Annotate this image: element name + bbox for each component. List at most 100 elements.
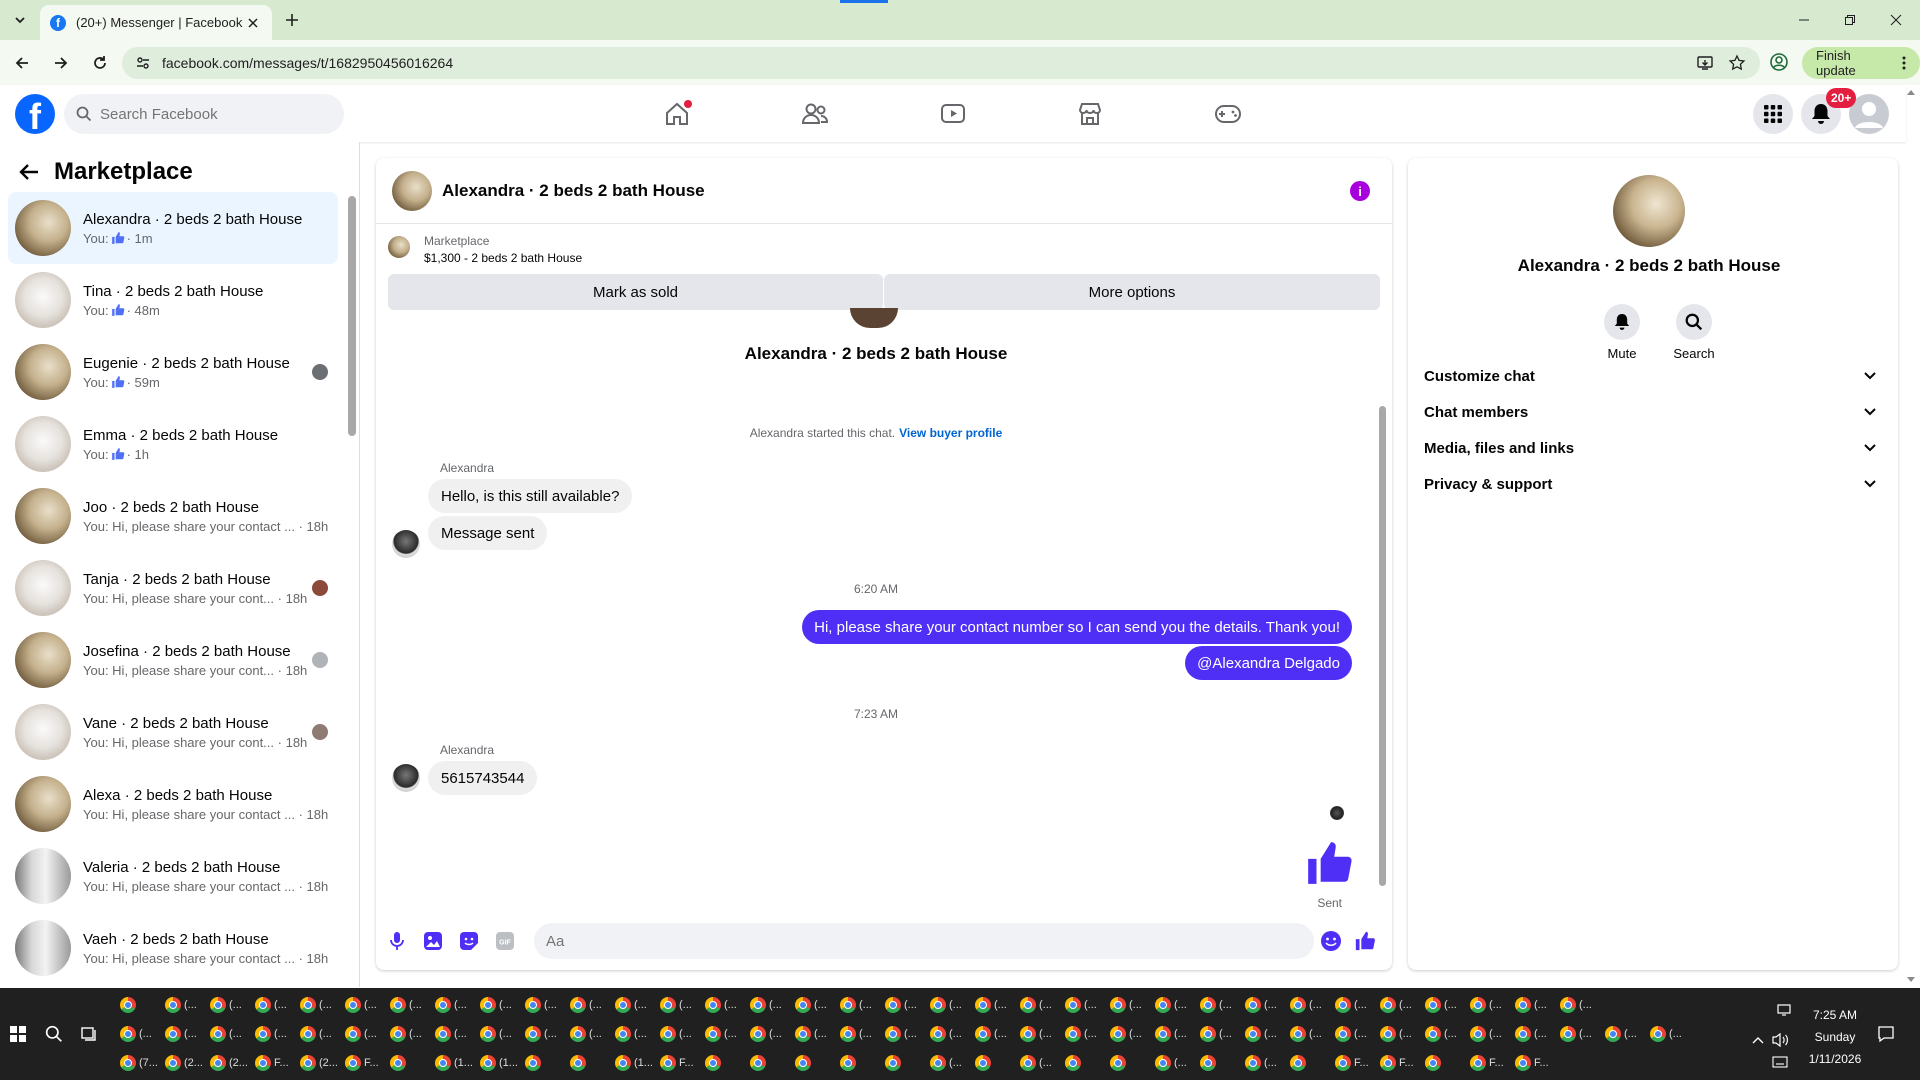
taskbar-chrome-window[interactable]: F... — [1380, 1048, 1425, 1077]
finish-update-button[interactable]: Finish update — [1802, 47, 1920, 79]
sender-avatar[interactable] — [392, 764, 420, 792]
taskbar-chrome-window[interactable]: (... — [165, 990, 210, 1019]
outgoing-message[interactable]: Hi, please share your contact number so … — [802, 610, 1352, 644]
taskbar-chrome-window[interactable]: (... — [1605, 1019, 1650, 1048]
menu-grid-icon[interactable] — [1753, 94, 1793, 134]
taskbar-chrome-window[interactable]: (1... — [435, 1048, 480, 1077]
taskbar-chrome-window[interactable]: (... — [570, 1019, 615, 1048]
emoji-icon[interactable] — [1318, 928, 1344, 954]
taskbar-chrome-window[interactable] — [975, 1048, 1020, 1077]
taskbar-chrome-window[interactable]: F... — [1335, 1048, 1380, 1077]
site-info-icon[interactable] — [136, 56, 150, 70]
conversation-item[interactable]: Emma · 2 beds 2 bath House You: · 1h — [8, 408, 338, 480]
taskbar-chrome-window[interactable]: (7... — [120, 1048, 165, 1077]
microphone-icon[interactable] — [384, 928, 410, 954]
details-section-row[interactable]: Customize chat — [1424, 356, 1876, 396]
gaming-nav-icon[interactable] — [1173, 93, 1283, 135]
facebook-search[interactable] — [64, 94, 344, 134]
taskbar-chrome-window[interactable]: (... — [750, 1019, 795, 1048]
taskbar-chrome-window[interactable]: F... — [255, 1048, 300, 1077]
tab-search-dropdown-icon[interactable] — [0, 0, 40, 40]
taskbar-chrome-window[interactable]: (... — [1110, 990, 1155, 1019]
bookmark-star-icon[interactable] — [1728, 54, 1746, 72]
forward-arrow-icon[interactable] — [44, 46, 78, 80]
taskbar-chrome-window[interactable]: (... — [660, 990, 705, 1019]
notification-center-icon[interactable] — [1872, 1020, 1900, 1048]
taskbar-chrome-window[interactable]: (... — [1290, 990, 1335, 1019]
gif-icon[interactable]: GIF — [492, 928, 518, 954]
conversation-list-scrollbar[interactable] — [348, 196, 356, 436]
conversation-item[interactable]: Vaeh · 2 beds 2 bath House You: Hi, pleas… — [8, 912, 338, 984]
taskbar-clock[interactable]: 7:25 AM Sunday 1/11/2026 — [1790, 1004, 1880, 1070]
taskbar-chrome-window[interactable]: (... — [1380, 990, 1425, 1019]
taskbar-chrome-window[interactable]: (... — [975, 1019, 1020, 1048]
taskbar-chrome-window[interactable]: (... — [1020, 1048, 1065, 1077]
sender-avatar[interactable] — [392, 530, 420, 558]
conversation-item[interactable]: Eugenie · 2 beds 2 bath House You: · 59m — [8, 336, 338, 408]
taskbar-chrome-window[interactable]: (... — [885, 1019, 930, 1048]
taskbar-chrome-window[interactable]: (... — [300, 990, 345, 1019]
taskbar-chrome-window[interactable]: (... — [480, 1019, 525, 1048]
taskbar-chrome-window[interactable]: (... — [1155, 1019, 1200, 1048]
taskbar-chrome-window[interactable]: (... — [1470, 1019, 1515, 1048]
search-in-conversation-button[interactable]: Search — [1664, 304, 1724, 361]
outgoing-mention-message[interactable]: @Alexandra Delgado — [1185, 646, 1352, 680]
more-options-button[interactable]: More options — [884, 274, 1380, 310]
taskbar-chrome-window[interactable]: (... — [1245, 1019, 1290, 1048]
taskbar-chrome-window[interactable]: (... — [390, 1019, 435, 1048]
page-scroll-down-arrow-icon[interactable] — [1906, 976, 1916, 984]
more-menu-icon[interactable] — [1902, 56, 1906, 70]
close-tab-icon[interactable] — [244, 14, 262, 32]
message-input[interactable] — [534, 923, 1314, 959]
sent-thumbs-up-icon[interactable] — [1304, 838, 1354, 888]
mute-button[interactable]: Mute — [1592, 304, 1652, 361]
taskbar-chrome-window[interactable]: (... — [390, 990, 435, 1019]
task-view-icon[interactable] — [76, 1020, 104, 1048]
taskbar-chrome-window[interactable] — [390, 1048, 435, 1077]
conversation-item[interactable]: Alexa · 2 beds 2 bath House You: Hi, plea… — [8, 768, 338, 840]
taskbar-chrome-window[interactable]: (... — [255, 1019, 300, 1048]
taskbar-chrome-window[interactable]: (... — [1335, 1019, 1380, 1048]
taskbar-chrome-window[interactable]: (... — [660, 1019, 705, 1048]
taskbar-chrome-window[interactable]: (... — [750, 990, 795, 1019]
taskbar-chrome-window[interactable]: (... — [1425, 1019, 1470, 1048]
friends-nav-icon[interactable] — [760, 93, 870, 135]
incoming-message[interactable]: 5615743544 — [428, 761, 538, 795]
taskbar-chrome-window[interactable]: (... — [210, 1019, 255, 1048]
taskbar-chrome-window[interactable] — [885, 1048, 930, 1077]
marketplace-nav-icon[interactable] — [1035, 93, 1145, 135]
taskbar-chrome-window[interactable]: F... — [1515, 1048, 1560, 1077]
details-section-row[interactable]: Chat members — [1424, 392, 1876, 432]
taskbar-chrome-window[interactable]: (... — [1290, 1019, 1335, 1048]
page-scroll-up-arrow-icon[interactable] — [1906, 88, 1916, 96]
taskbar-chrome-window[interactable]: (... — [345, 1019, 390, 1048]
taskbar-chrome-window[interactable]: (... — [435, 990, 480, 1019]
taskbar-chrome-window[interactable]: (... — [840, 990, 885, 1019]
taskbar-chrome-window[interactable] — [705, 1048, 750, 1077]
taskbar-chrome-window[interactable]: (... — [435, 1019, 480, 1048]
taskbar-chrome-window[interactable]: (... — [1200, 990, 1245, 1019]
taskbar-chrome-window[interactable]: (... — [885, 990, 930, 1019]
taskbar-chrome-window[interactable]: (2... — [165, 1048, 210, 1077]
search-input[interactable] — [100, 105, 300, 123]
taskbar-chrome-window[interactable]: (... — [1200, 1019, 1245, 1048]
mark-as-sold-button[interactable]: Mark as sold — [388, 274, 883, 310]
taskbar-chrome-window[interactable]: (... — [795, 1019, 840, 1048]
taskbar-chrome-window[interactable]: (... — [480, 990, 525, 1019]
taskbar-chrome-window[interactable] — [1290, 1048, 1335, 1077]
taskbar-chrome-window[interactable]: (2... — [300, 1048, 345, 1077]
taskbar-chrome-window[interactable]: (... — [1065, 1019, 1110, 1048]
browser-profile-icon[interactable] — [1768, 51, 1790, 73]
listing-thumbnail[interactable] — [388, 236, 410, 258]
taskbar-chrome-window[interactable]: (... — [1515, 990, 1560, 1019]
taskbar-chrome-window[interactable] — [840, 1048, 885, 1077]
taskbar-chrome-window[interactable]: (... — [930, 990, 975, 1019]
taskbar-chrome-window[interactable]: (1... — [480, 1048, 525, 1077]
taskbar-chrome-window[interactable] — [750, 1048, 795, 1077]
taskbar-chrome-window[interactable]: (... — [525, 1019, 570, 1048]
taskbar-chrome-window[interactable]: (2... — [210, 1048, 255, 1077]
windows-start-icon[interactable] — [4, 1020, 32, 1048]
taskbar-chrome-window[interactable]: (... — [1155, 990, 1200, 1019]
taskbar-chrome-window[interactable]: (... — [705, 1019, 750, 1048]
taskbar-chrome-window[interactable]: (... — [1065, 990, 1110, 1019]
